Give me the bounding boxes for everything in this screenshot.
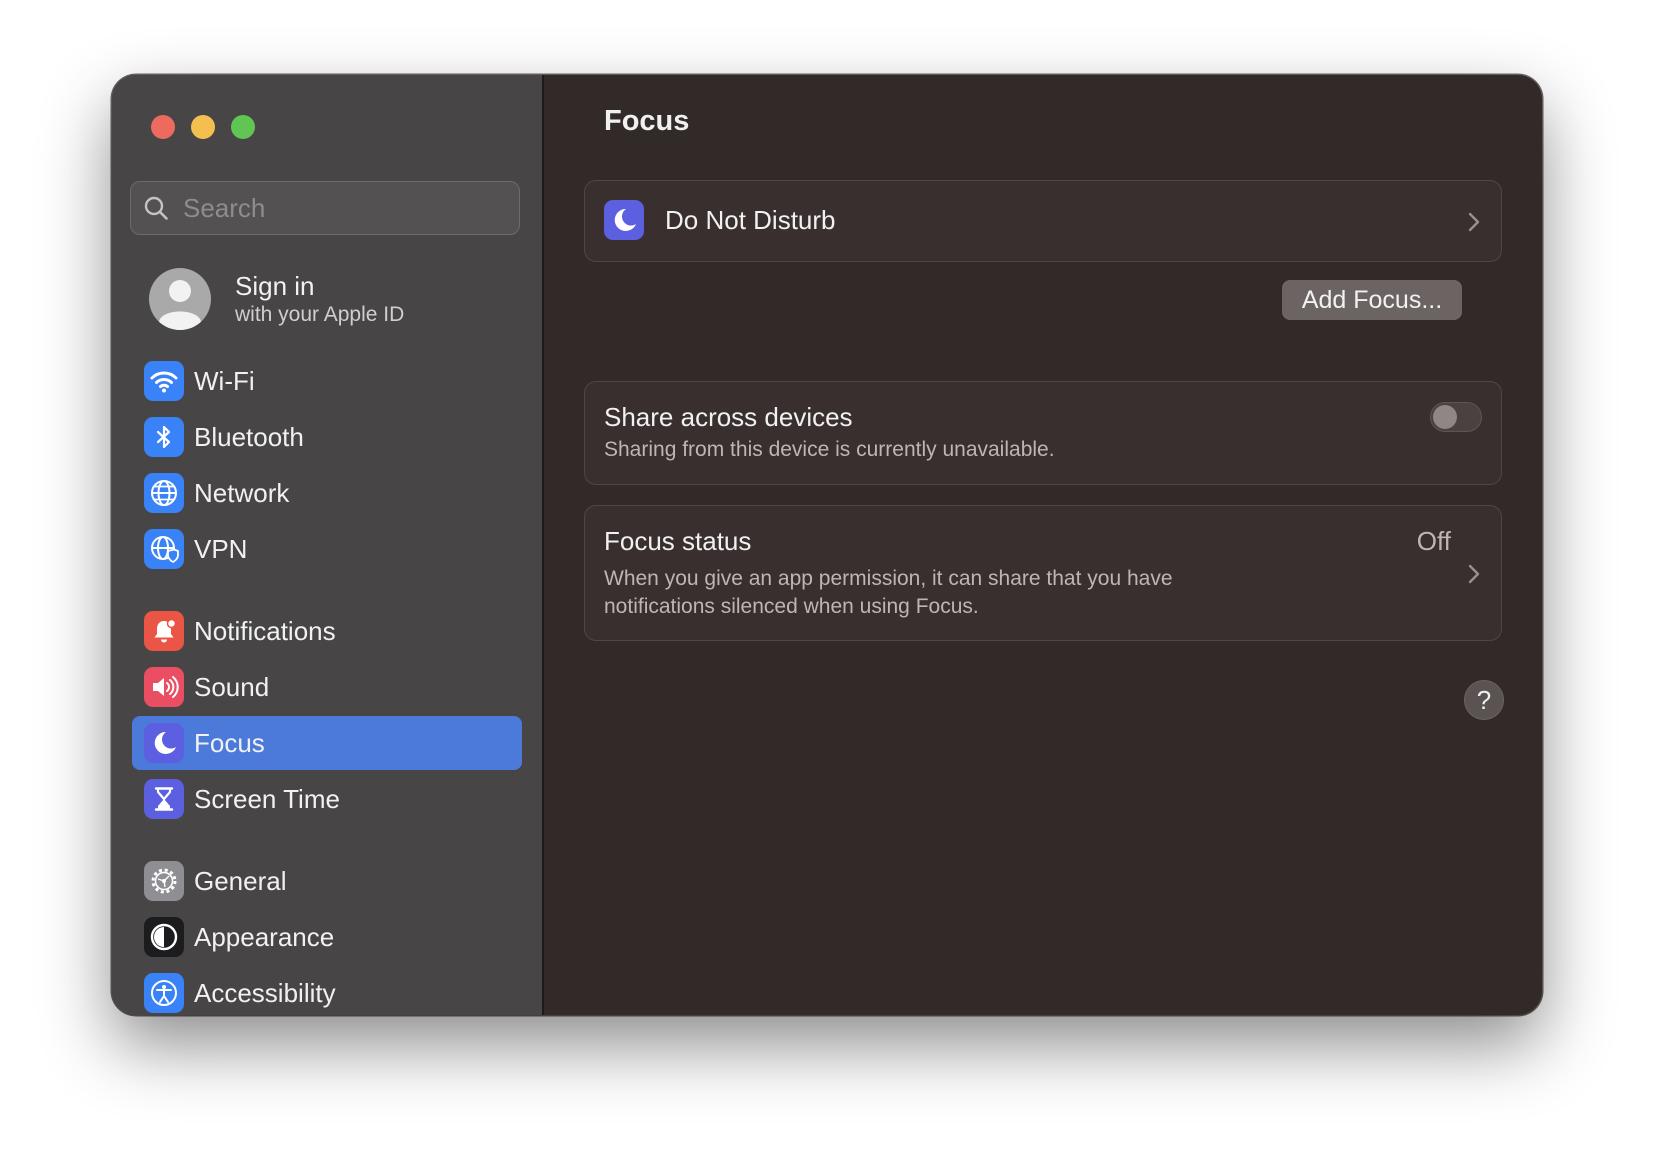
page-title: Focus: [604, 105, 690, 137]
avatar: [149, 268, 211, 330]
sidebar-item-screen-time[interactable]: Screen Time: [132, 772, 522, 826]
sidebar-item-label: Focus: [194, 727, 265, 758]
search-field[interactable]: [130, 181, 520, 235]
sidebar-item-label: Sound: [194, 671, 270, 702]
account-subtitle: with your Apple ID: [235, 302, 405, 326]
chevron-right-icon: [1468, 212, 1480, 232]
sidebar-item-label: Notifications: [194, 615, 336, 646]
sidebar-item-label: Bluetooth: [194, 421, 304, 452]
focus-status-row[interactable]: Focus status Off When you give an app pe…: [584, 505, 1502, 641]
speaker-icon: [144, 667, 184, 707]
appearance-icon: [144, 917, 184, 957]
window-controls: [151, 115, 255, 139]
sidebar-item-general[interactable]: General: [132, 854, 522, 908]
chevron-right-icon: [1468, 564, 1480, 584]
sidebar-item-label: VPN: [194, 533, 248, 564]
sidebar: Sign in with your Apple ID Wi-Fi: [112, 75, 544, 1015]
wifi-icon: [144, 361, 184, 401]
share-across-devices-row: Share across devices Sharing from this d…: [584, 381, 1502, 485]
focus-mode-do-not-disturb[interactable]: Do Not Disturb: [584, 180, 1502, 262]
zoom-window-button[interactable]: [231, 115, 255, 139]
accessibility-icon: [144, 973, 184, 1013]
focus-status-description-line2: notifications silenced when using Focus.: [604, 595, 979, 618]
sidebar-item-label: Appearance: [194, 921, 335, 952]
sidebar-item-label: Network: [194, 477, 290, 508]
help-button[interactable]: ?: [1464, 680, 1504, 720]
search-icon: [144, 196, 168, 220]
apple-id-account[interactable]: Sign in with your Apple ID: [149, 268, 404, 330]
focus-status-description-line1: When you give an app permission, it can …: [604, 567, 1173, 590]
sidebar-item-notifications[interactable]: Notifications: [132, 604, 522, 658]
add-focus-button[interactable]: Add Focus...: [1282, 280, 1462, 320]
globe-icon: [144, 473, 184, 513]
moon-icon: [144, 723, 184, 763]
sidebar-item-appearance[interactable]: Appearance: [132, 910, 522, 964]
focus-mode-label: Do Not Disturb: [665, 205, 836, 235]
bluetooth-icon: [144, 417, 184, 457]
focus-status-value: Off: [1416, 526, 1451, 556]
sidebar-item-bluetooth[interactable]: Bluetooth: [132, 410, 522, 464]
sidebar-item-label: Accessibility: [194, 977, 336, 1008]
sidebar-item-label: Screen Time: [194, 783, 340, 814]
toggle-knob: [1433, 405, 1457, 429]
gear-icon: [144, 861, 184, 901]
share-subtitle: Sharing from this device is currently un…: [604, 438, 1055, 461]
minimize-window-button[interactable]: [191, 115, 215, 139]
sidebar-item-vpn[interactable]: VPN: [132, 522, 522, 576]
share-across-devices-toggle[interactable]: [1430, 402, 1482, 432]
close-window-button[interactable]: [151, 115, 175, 139]
focus-status-title: Focus status: [604, 526, 752, 556]
sidebar-item-network[interactable]: Network: [132, 466, 522, 520]
sidebar-item-focus[interactable]: Focus: [132, 716, 522, 770]
main-content: Focus Do Not Disturb Add Focus... Share …: [544, 75, 1542, 1015]
hourglass-icon: [144, 779, 184, 819]
share-title: Share across devices: [604, 402, 853, 432]
settings-window: Sign in with your Apple ID Wi-Fi: [112, 75, 1542, 1015]
sidebar-item-label: General: [194, 865, 287, 896]
person-icon: [159, 280, 201, 330]
sidebar-item-accessibility[interactable]: Accessibility: [132, 966, 522, 1015]
vpn-globe-icon: [144, 529, 184, 569]
sidebar-item-wifi[interactable]: Wi-Fi: [132, 354, 522, 408]
bell-icon: [144, 611, 184, 651]
moon-icon: [604, 200, 644, 240]
search-input[interactable]: [181, 191, 485, 225]
sidebar-item-sound[interactable]: Sound: [132, 660, 522, 714]
sidebar-item-label: Wi-Fi: [194, 365, 255, 396]
account-title: Sign in: [235, 270, 315, 301]
